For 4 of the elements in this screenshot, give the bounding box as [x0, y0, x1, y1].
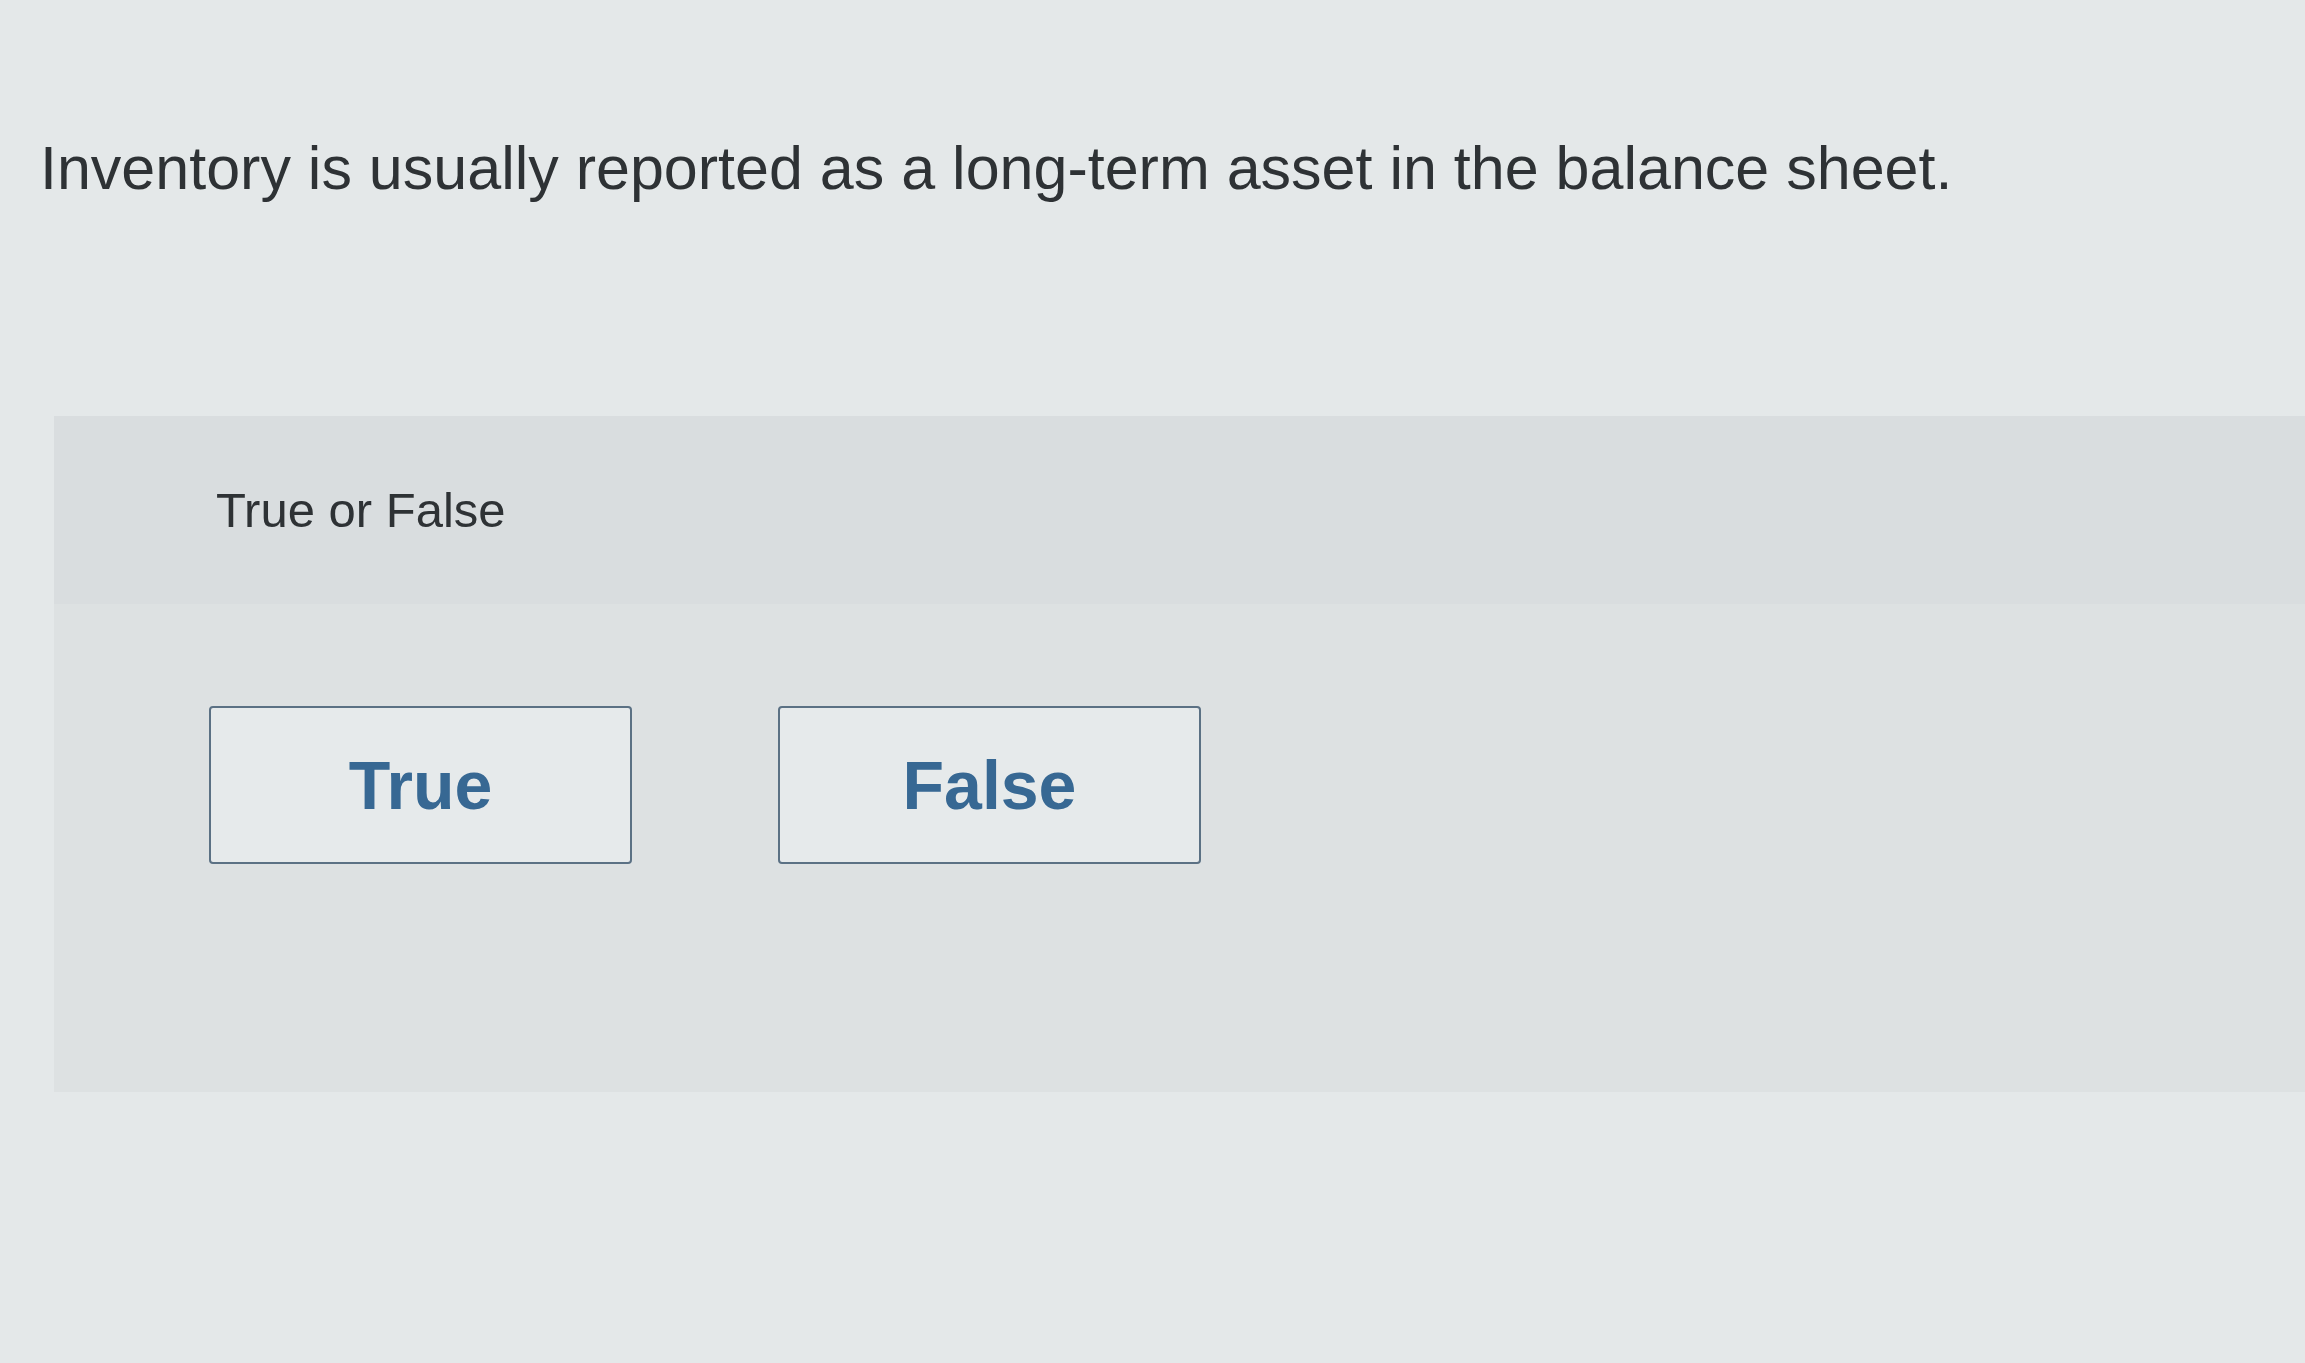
question-text: Inventory is usually reported as a long-term asset in the balance sheet.	[40, 133, 1953, 204]
prompt-text: True or False	[216, 482, 506, 539]
answer-option-button[interactable]: True	[209, 706, 632, 864]
answer-option-button[interactable]: False	[778, 706, 1201, 864]
